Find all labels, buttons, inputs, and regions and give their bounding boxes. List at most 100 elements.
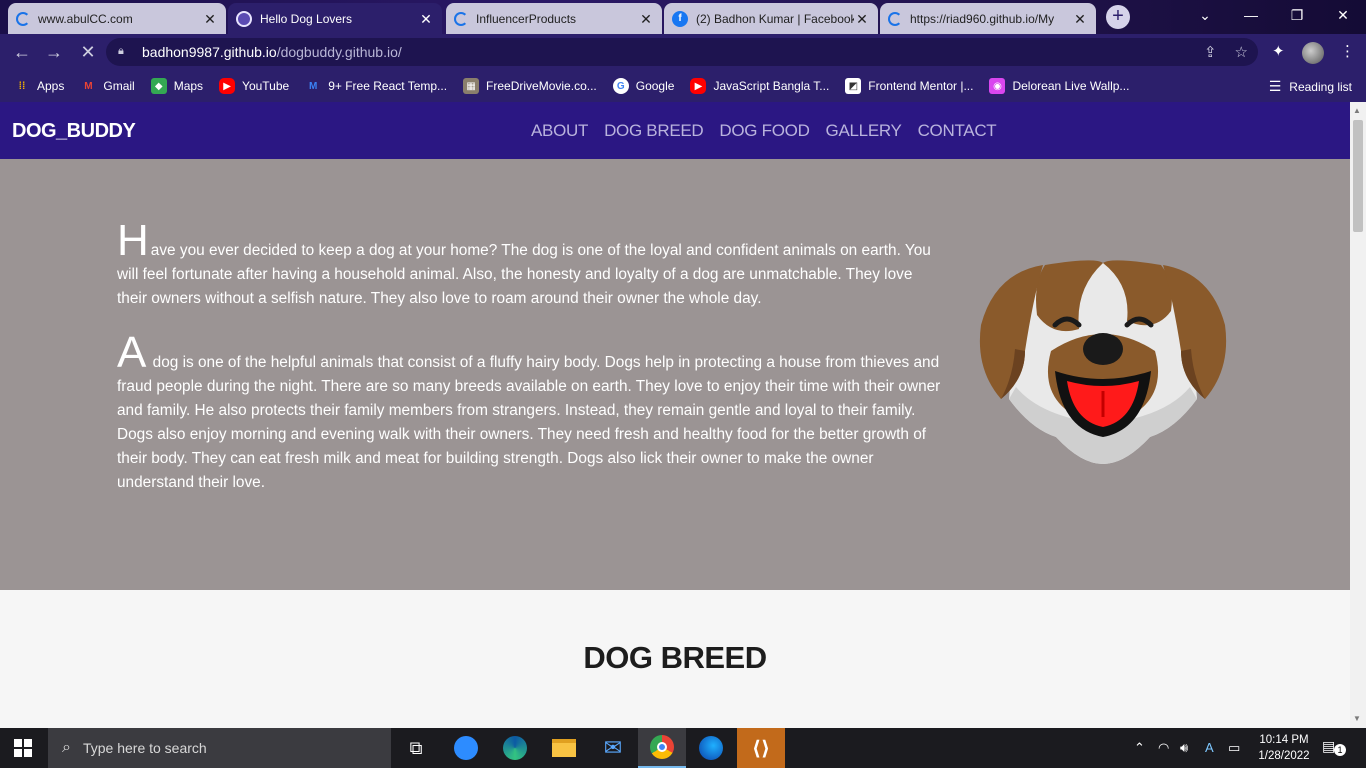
reading-list-label: Reading list (1289, 79, 1352, 94)
close-icon[interactable]: ✕ (854, 11, 870, 27)
bookmark-react-templates[interactable]: M 9+ Free React Temp... (305, 78, 447, 94)
gmail-icon: M (84, 80, 93, 92)
about-paragraph-2: A dog is one of the helpful animals that… (117, 331, 941, 495)
bookmark-freedrivemovie[interactable]: ▦ FreeDriveMovie.co... (463, 78, 597, 94)
close-icon[interactable]: ✕ (638, 11, 654, 27)
close-icon[interactable]: ✕ (418, 11, 434, 27)
about-text: Have you ever decided to keep a dog at y… (117, 219, 941, 515)
tab-hello-dog-lovers[interactable]: Hello Dog Lovers ✕ (228, 3, 442, 34)
tab-facebook[interactable]: f (2) Badhon Kumar | Facebook ✕ (664, 3, 878, 34)
tab-influencer-products[interactable]: InfluencerProducts ✕ (446, 3, 662, 34)
bookmark-gmail[interactable]: M Gmail (80, 78, 135, 94)
scroll-down-arrow-icon[interactable]: ▼ (1353, 714, 1361, 723)
frontend-mentor-icon: ◩ (845, 78, 862, 94)
tab-strip: www.abulCC.com ✕ Hello Dog Lovers ✕ Infl… (0, 0, 1366, 34)
reading-list-icon: ☰ (1268, 78, 1282, 94)
bookmark-label: Delorean Live Wallp... (1012, 79, 1130, 93)
paragraph-text: dog is one of the helpful animals that c… (117, 354, 941, 491)
bookmark-apps[interactable]: ⁞⁞ Apps (14, 78, 65, 94)
bookmark-frontend-mentor[interactable]: ◩ Frontend Mentor |... (845, 78, 973, 94)
back-arrow-icon[interactable]: ← (10, 40, 34, 64)
section-title: DOG BREED (583, 640, 767, 675)
youtube-icon: ▶ (690, 78, 707, 94)
scrollbar-thumb[interactable] (1353, 120, 1363, 232)
tab-title: Hello Dog Lovers (260, 11, 353, 26)
search-icon: ⌕ (62, 739, 71, 756)
restore-button[interactable]: ❐ (1274, 0, 1320, 30)
drop-cap: H (117, 216, 149, 265)
vscode-app-icon[interactable]: ⟨⟩ (737, 728, 785, 768)
volume-icon[interactable]: 🔊︎ (1180, 740, 1188, 756)
forward-arrow-icon[interactable]: → (42, 40, 66, 64)
reading-list-button[interactable]: ☰ Reading list (1269, 78, 1352, 95)
nav-link-contact[interactable]: CONTACT (918, 121, 997, 141)
bookmark-google[interactable]: G Google (612, 78, 675, 94)
bookmark-javascript-bangla[interactable]: ▶ JavaScript Bangla T... (690, 78, 829, 94)
profile-avatar[interactable] (1302, 42, 1324, 64)
chrome-app-icon[interactable] (638, 728, 686, 768)
stop-loading-icon[interactable]: ✕ (76, 40, 100, 64)
extensions-puzzle-icon[interactable]: ✦ (1272, 42, 1285, 60)
bookmark-delorean[interactable]: ◉ Delorean Live Wallp... (989, 78, 1129, 94)
url-text[interactable]: badhon9987.github.io/dogbuddy.github.io/ (142, 44, 402, 60)
windows-start-icon[interactable] (14, 739, 32, 757)
tab-riad960[interactable]: https://riad960.github.io/My ✕ (880, 3, 1096, 34)
google-icon: G (612, 78, 629, 94)
zoom-app-icon[interactable] (442, 728, 490, 768)
edge-browser-icon[interactable] (491, 728, 539, 768)
freedrivemovie-icon: ▦ (463, 78, 480, 94)
mail-app-icon[interactable]: ✉ (589, 728, 637, 768)
url-host: badhon9987.github.io (142, 44, 277, 60)
bookmark-label: FreeDriveMovie.co... (486, 79, 597, 93)
bookmark-label: Apps (37, 79, 65, 93)
language-icon[interactable]: A (1205, 740, 1214, 755)
file-explorer-icon[interactable] (540, 728, 588, 768)
share-icon[interactable]: ⇪ (1204, 43, 1217, 61)
taskbar-search-box[interactable]: ⌕ Type here to search (48, 728, 391, 768)
bookmark-youtube[interactable]: ▶ YouTube (219, 78, 289, 94)
wifi-icon[interactable]: ◠ (1158, 740, 1169, 756)
bookmark-label: Frontend Mentor |... (868, 79, 974, 93)
taskbar-clock[interactable]: 10:14 PM 1/28/2022 (1252, 732, 1316, 764)
bookmark-star-icon[interactable]: ☆ (1235, 43, 1248, 61)
firefox-app-icon[interactable] (687, 728, 735, 768)
bookmark-maps[interactable]: ◆ Maps (150, 78, 203, 94)
close-icon[interactable]: ✕ (1072, 11, 1088, 27)
tab-search-chevron-icon[interactable]: ⌄ (1182, 0, 1228, 30)
lock-icon[interactable]: 🔒︎ (118, 45, 132, 59)
tab-abulcc[interactable]: www.abulCC.com ✕ (8, 3, 226, 34)
dog-nose (1083, 333, 1123, 365)
chrome-menu-icon[interactable]: ⋮ (1340, 42, 1355, 60)
task-view-icon[interactable]: ⧉ (392, 728, 440, 768)
site-navbar: DOG_BUDDY ABOUT DOG BREED DOG FOOD GALLE… (0, 102, 1350, 159)
about-paragraph-1: Have you ever decided to keep a dog at y… (117, 219, 941, 311)
new-tab-button[interactable]: + (1106, 5, 1130, 29)
tab-title: www.abulCC.com (38, 11, 133, 26)
address-bar[interactable]: 🔒︎ badhon9987.github.io/dogbuddy.github.… (106, 38, 1258, 66)
scroll-up-arrow-icon[interactable]: ▲ (1353, 106, 1361, 115)
bookmark-label: Google (635, 79, 675, 93)
page-scrollbar[interactable]: ▲ ▼ (1350, 102, 1366, 728)
loading-spinner-icon (454, 11, 468, 26)
show-hidden-icons-chevron[interactable]: ⌃ (1134, 740, 1145, 756)
tab-title: https://riad960.github.io/My (910, 11, 1055, 26)
browser-toolbar: ← → ✕ 🔒︎ badhon9987.github.io/dogbuddy.g… (0, 34, 1366, 70)
notification-count: 1 (1334, 744, 1346, 756)
tab-title: (2) Badhon Kumar | Facebook (696, 11, 854, 26)
bookmark-label: Gmail (103, 79, 135, 93)
close-window-button[interactable]: ✕ (1320, 0, 1366, 30)
nav-link-dog-breed[interactable]: DOG BREED (604, 121, 704, 141)
battery-icon[interactable]: ▭ (1228, 740, 1240, 756)
apps-grid-icon: ⁞⁞ (18, 80, 26, 92)
nav-link-about[interactable]: ABOUT (531, 121, 588, 141)
search-placeholder: Type here to search (82, 740, 207, 756)
bookmark-label: JavaScript Bangla T... (713, 79, 830, 93)
site-brand[interactable]: DOG_BUDDY (12, 120, 136, 143)
close-icon[interactable]: ✕ (202, 11, 218, 27)
paragraph-text: ave you ever decided to keep a dog at yo… (117, 242, 931, 307)
dog-favicon-icon (236, 10, 252, 27)
nav-link-dog-food[interactable]: DOG FOOD (719, 121, 809, 141)
nav-link-gallery[interactable]: GALLERY (826, 121, 902, 141)
minimize-button[interactable]: — (1228, 0, 1274, 30)
notification-center-icon[interactable]: ▤ 1 (1322, 738, 1348, 758)
